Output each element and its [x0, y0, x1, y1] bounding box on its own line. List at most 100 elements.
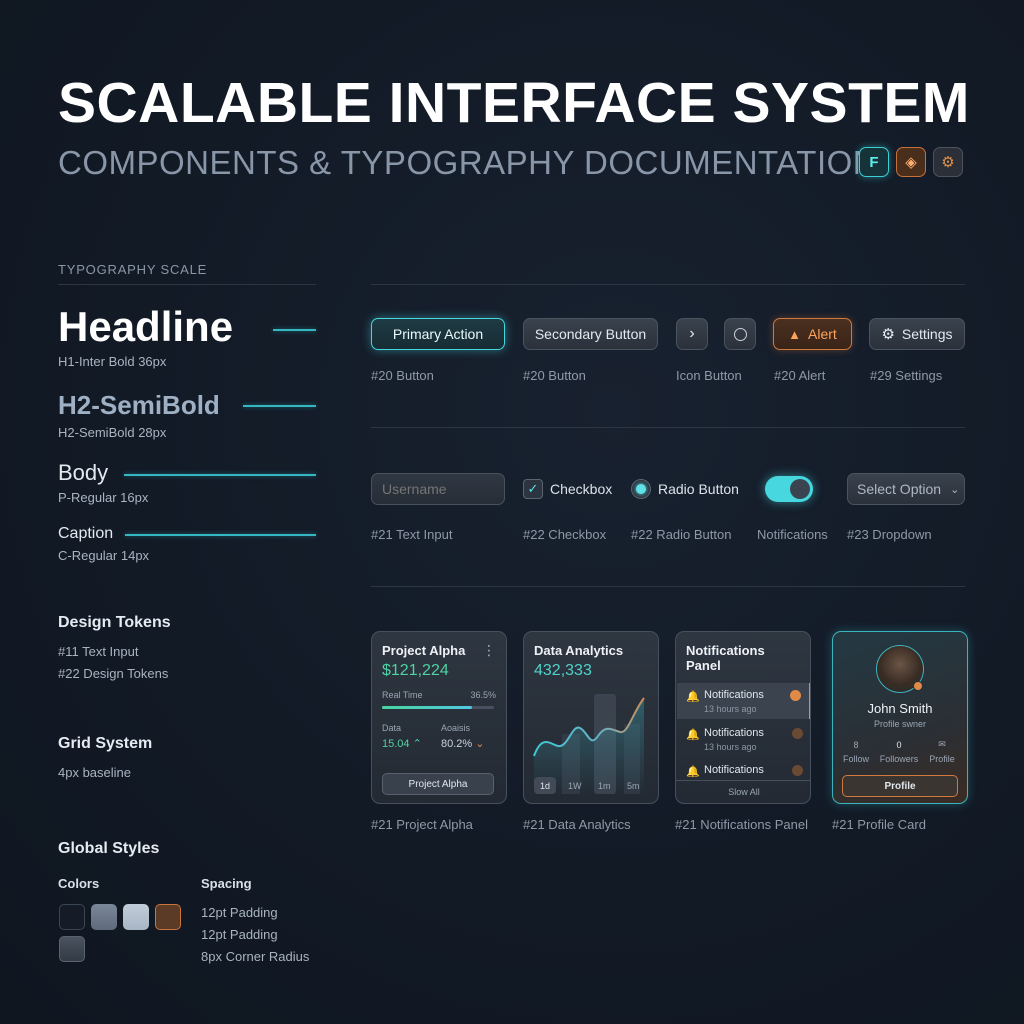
settings-button[interactable]: ⚙ Settings [869, 318, 965, 350]
mail-icon[interactable]: ✉ [931, 739, 953, 750]
gear-icon[interactable]: ⚙ [933, 147, 963, 177]
component-caption: #29 Settings [870, 368, 943, 383]
component-caption: #23 Dropdown [847, 527, 932, 542]
spacing-item: 12pt Padding [201, 927, 278, 942]
profile-card[interactable]: John Smith Profile swner 8 Follow 0 Foll… [832, 631, 968, 804]
component-caption: #22 Checkbox [523, 527, 607, 542]
body-spec: P-Regular 16px [58, 490, 149, 505]
check-icon: ✓ [527, 481, 539, 496]
divider [58, 284, 316, 285]
data-label: Data [382, 723, 402, 733]
h2-guide-line [243, 405, 316, 407]
grid-system-item: 4px baseline [58, 765, 131, 780]
caption-sample: Caption [58, 525, 114, 542]
more-icon[interactable]: ⋮ [482, 642, 496, 659]
component-caption: #21 Data Analytics [523, 817, 631, 832]
progress-track [382, 706, 494, 709]
h1-spec: H1-Inter Bold 36px [58, 354, 167, 369]
h2-spec: H2-SemiBold 28px [58, 425, 167, 440]
checkbox-label: Checkbox [550, 481, 613, 497]
circle-icon [733, 327, 747, 341]
settings-button-label: Settings [901, 326, 953, 342]
color-swatch[interactable] [59, 936, 85, 962]
component-caption: #21 Text Input [371, 527, 453, 542]
spacing-item: 12pt Padding [201, 905, 278, 920]
page-title: SCALABLE INTERFACE SYSTEM [58, 71, 970, 135]
notifications-panel-card[interactable]: Notifications Panel 🔔 Notifications 13 h… [675, 631, 811, 804]
typography-section-label: TYPOGRAPHY SCALE [58, 262, 208, 277]
status-badge [913, 681, 923, 691]
followers-label[interactable]: Followers [877, 754, 921, 764]
caption-guide-line [125, 534, 316, 536]
component-caption: #21 Notifications Panel [675, 817, 808, 832]
icon-button[interactable] [724, 318, 756, 350]
card-title: Data Analytics [534, 643, 624, 658]
divider [371, 427, 965, 428]
layers-icon[interactable]: ◈ [896, 147, 926, 177]
design-token-item: #22 Design Tokens [58, 666, 169, 681]
card-value: $121,224 [382, 662, 449, 679]
select-dropdown[interactable]: Select Option ⌄ [847, 473, 965, 505]
toggle-knob [790, 479, 810, 499]
spacing-label: Spacing [201, 876, 252, 891]
chevron-right-icon-button[interactable]: › [676, 318, 708, 350]
figma-icon[interactable]: F [859, 147, 889, 177]
primary-action-button[interactable]: Primary Action [371, 318, 505, 350]
chevron-right-icon: › [689, 325, 695, 342]
progress-fill [382, 706, 472, 709]
profile-name: John Smith [867, 701, 933, 716]
range-tab-1m[interactable]: 1m [598, 781, 611, 791]
profile-button[interactable]: Profile [842, 775, 958, 797]
notification-item[interactable]: 🔔 Notifications 13 hours ago [677, 721, 810, 757]
bell-icon: 🔔 [686, 766, 700, 778]
notifications-divider [676, 780, 810, 781]
unread-badge [790, 690, 801, 701]
caption-spec: C-Regular 14px [58, 548, 150, 563]
unread-badge [792, 765, 803, 776]
follow-label[interactable]: Follow [837, 754, 875, 764]
card-title: Notifications Panel [686, 643, 765, 673]
component-caption: #20 Button [523, 368, 586, 383]
color-swatch[interactable] [123, 904, 149, 930]
username-input[interactable] [371, 473, 505, 505]
analysis-value: 80.2% ⌄ [441, 738, 485, 750]
checkbox[interactable]: ✓ [523, 479, 543, 499]
data-analytics-card[interactable]: Data Analytics 432,333 1d 1W 1m 5m [523, 631, 659, 804]
radio-dot [636, 484, 646, 494]
color-swatch[interactable] [59, 904, 85, 930]
follow-count: 8 [853, 740, 859, 750]
notifications-toggle[interactable] [765, 476, 813, 502]
progress-label: Real Time [382, 690, 423, 700]
spacing-item: 8px Corner Radius [201, 949, 310, 964]
page-subtitle: COMPONENTS & TYPOGRAPHY DOCUMENTATION [58, 144, 878, 181]
project-alpha-button[interactable]: Project Alpha [382, 773, 494, 795]
color-swatch[interactable] [155, 904, 181, 930]
radio-label: Radio Button [658, 481, 739, 497]
chevron-down-icon: ⌄ [950, 483, 960, 496]
project-alpha-card[interactable]: Project Alpha ⋮ $121,224 Real Time 36.5%… [371, 631, 507, 804]
bell-icon: 🔔 [686, 729, 700, 741]
range-tab-5m[interactable]: 5m [627, 781, 640, 791]
component-caption: #22 Radio Button [631, 527, 732, 542]
component-caption: #20 Button [371, 368, 434, 383]
range-tab-1d[interactable]: 1d [534, 777, 556, 794]
h1-guide-line [273, 329, 316, 331]
show-all-link[interactable]: Slow All [676, 787, 810, 797]
warning-icon: ▲ [788, 326, 802, 342]
dropdown-value: Select Option [857, 481, 942, 497]
card-value: 432,333 [534, 662, 592, 679]
profile-label[interactable]: Profile [924, 754, 960, 764]
component-caption: #20 Alert [774, 368, 826, 383]
component-caption: Icon Button [676, 368, 742, 383]
grid-system-heading: Grid System [58, 735, 153, 752]
gear-icon: ⚙ [881, 326, 895, 343]
unread-badge [792, 728, 803, 739]
alert-button[interactable]: ▲ Alert [773, 318, 852, 350]
radio-button[interactable] [631, 479, 651, 499]
h1-sample: Headline [58, 303, 234, 350]
range-tab-1w[interactable]: 1W [568, 781, 582, 791]
secondary-button[interactable]: Secondary Button [523, 318, 658, 350]
divider [371, 586, 965, 587]
color-swatch[interactable] [91, 904, 117, 930]
notification-item[interactable]: 🔔 Notifications 13 hours ago [677, 683, 810, 719]
